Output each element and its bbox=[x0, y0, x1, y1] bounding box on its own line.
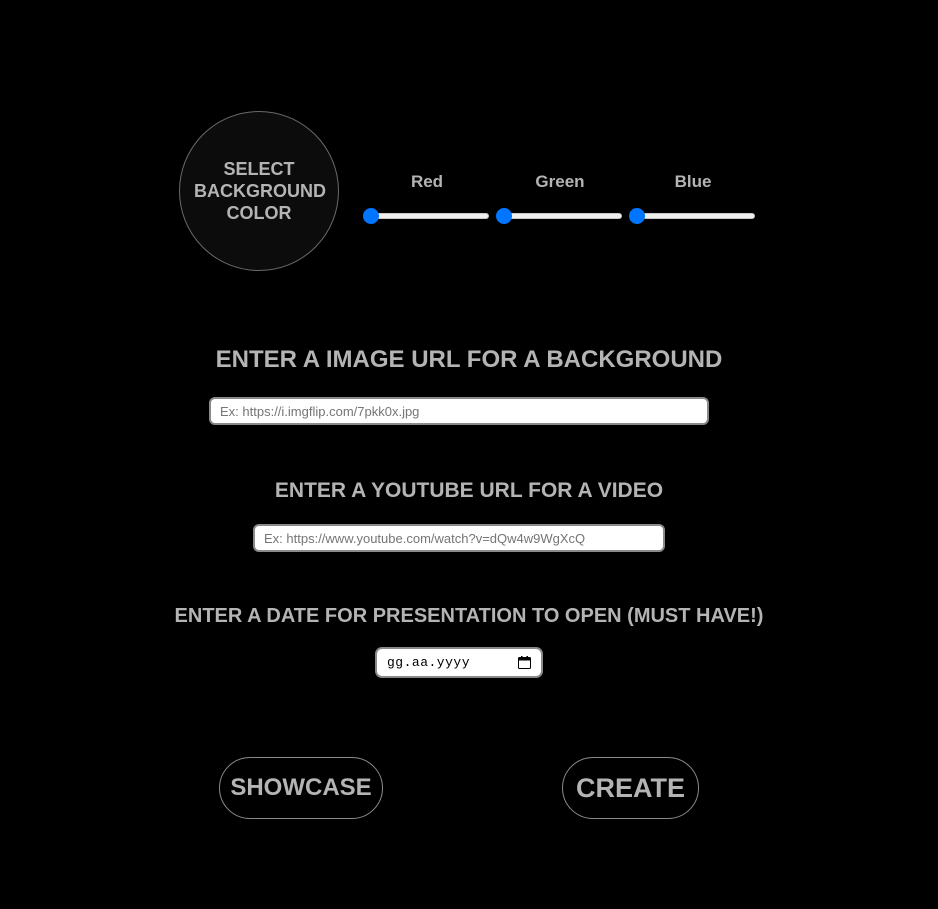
slider-label-blue: Blue bbox=[674, 172, 712, 191]
date-display: gg.aa.yyyy bbox=[387, 655, 471, 670]
date-heading: ENTER A DATE FOR PRESENTATION TO OPEN (M… bbox=[174, 605, 764, 627]
slider-group-green: Green bbox=[496, 170, 624, 224]
image-url-input[interactable] bbox=[209, 397, 709, 425]
page: SELECT BACKGROUND COLOR Red Green Blue E… bbox=[0, 0, 938, 909]
slider-label-red: Red bbox=[410, 172, 444, 191]
slider-track bbox=[365, 213, 489, 219]
slider-group-blue: Blue bbox=[629, 170, 757, 224]
red-slider[interactable] bbox=[363, 208, 491, 224]
slider-thumb[interactable] bbox=[363, 208, 379, 224]
slider-thumb[interactable] bbox=[629, 208, 645, 224]
color-preview-circle[interactable]: SELECT BACKGROUND COLOR bbox=[179, 111, 339, 271]
slider-thumb[interactable] bbox=[496, 208, 512, 224]
slider-track bbox=[631, 213, 755, 219]
green-slider[interactable] bbox=[496, 208, 624, 224]
calendar-icon[interactable] bbox=[518, 656, 531, 669]
date-input[interactable]: gg.aa.yyyy bbox=[375, 647, 543, 678]
slider-group-red: Red bbox=[363, 170, 491, 224]
blue-slider[interactable] bbox=[629, 208, 757, 224]
color-preview-label: SELECT BACKGROUND COLOR bbox=[194, 159, 326, 223]
slider-label-green: Green bbox=[535, 172, 585, 191]
youtube-url-input[interactable] bbox=[253, 524, 665, 552]
slider-track bbox=[498, 213, 622, 219]
image-url-heading: ENTER A IMAGE URL FOR A BACKGROUND bbox=[215, 346, 723, 373]
showcase-button[interactable]: SHOWCASE bbox=[219, 757, 383, 819]
youtube-url-heading: ENTER A YOUTUBE URL FOR A VIDEO bbox=[274, 479, 664, 502]
create-button[interactable]: CREATE bbox=[562, 757, 699, 819]
